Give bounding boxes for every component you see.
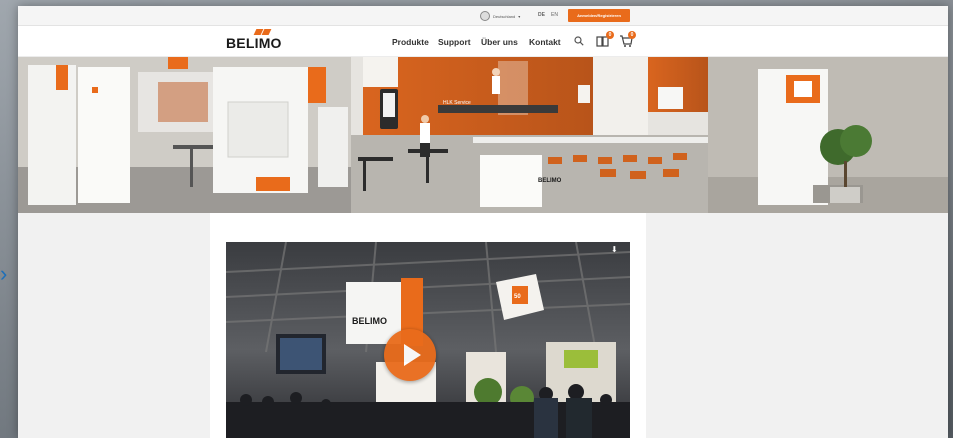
globe-icon [480, 11, 490, 21]
cart-count-badge: 0 [628, 31, 636, 39]
chevron-down-icon: ▾ [518, 13, 521, 19]
search-icon[interactable] [574, 36, 584, 46]
wall-label: HLK Service [443, 100, 471, 106]
compare-count-badge: 0 [606, 31, 614, 39]
belimo-logo[interactable]: BELIMO [226, 35, 282, 51]
download-icon[interactable]: ⬇ [611, 245, 621, 255]
play-button[interactable] [384, 329, 436, 381]
hero-banner-image: HLK Service BELIMO [18, 57, 948, 213]
language-de[interactable]: DE [538, 12, 545, 18]
booth-illustration: HLK Service BELIMO [18, 57, 948, 213]
website-screenshot: Deutschland ▾ DE EN Anmelden/Registriere… [18, 6, 948, 438]
nav-item-ueber-uns[interactable]: Über uns [481, 37, 518, 47]
chevron-right-icon: › [0, 261, 8, 286]
country-selector[interactable]: Deutschland ▾ [480, 10, 520, 22]
utility-bar: Deutschland ▾ DE EN Anmelden/Registriere… [18, 6, 948, 26]
nav-item-support[interactable]: Support [438, 37, 471, 47]
language-en[interactable]: EN [551, 12, 558, 18]
nav-item-kontakt[interactable]: Kontakt [529, 37, 561, 47]
counter-logo: BELIMO [538, 178, 562, 184]
main-navigation: BELIMO Produkte Support Über uns Kontakt… [18, 26, 948, 57]
country-label: Deutschland [493, 13, 516, 19]
login-register-button[interactable]: Anmelden/Registrieren [568, 9, 630, 22]
nav-item-produkte[interactable]: Produkte [392, 37, 429, 47]
cube-badge: 50 [514, 294, 521, 300]
cube-logo: BELIMO [352, 316, 387, 326]
